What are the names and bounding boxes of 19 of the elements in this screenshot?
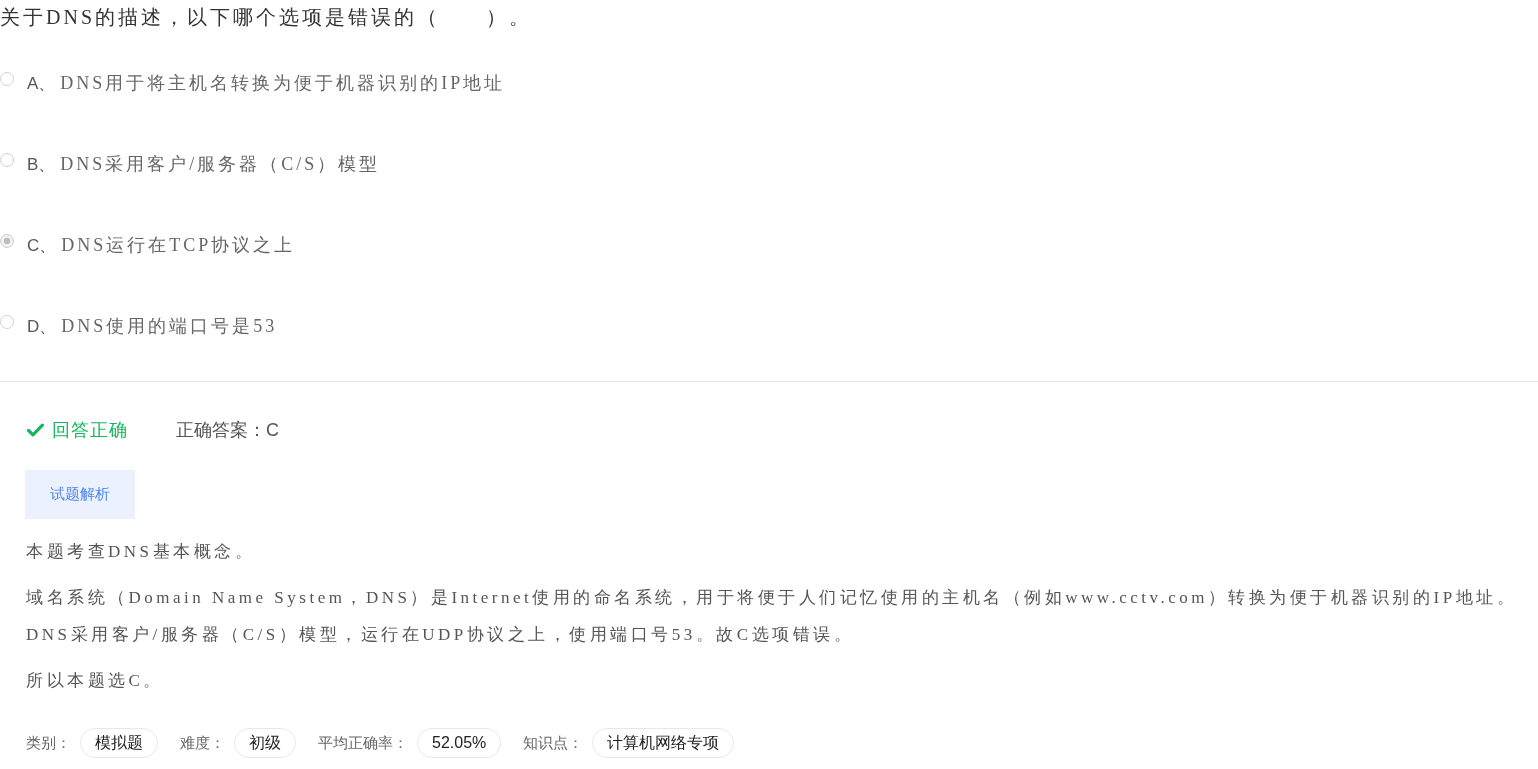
- result-status: 回答正确: [52, 419, 128, 442]
- question-text: 关于DNS的描述，以下哪个选项是错误的（ ）。: [0, 5, 532, 30]
- radio-button[interactable]: [0, 234, 14, 248]
- option-label: C、 DNS运行在TCP协议之上: [27, 234, 296, 257]
- option-label: B、 DNS采用客户/服务器（C/S）模型: [27, 153, 381, 176]
- info-label: 平均正确率：: [318, 733, 408, 753]
- option-label: D、 DNS使用的端口号是53: [27, 315, 278, 338]
- info-label: 知识点：: [523, 733, 584, 753]
- info-label: 类别：: [26, 733, 71, 753]
- analysis-paragraph: 域名系统（Domain Name System，DNS）是Internet使用的命名系统，用于将便于人们记忆使用的主机名（例如www.cctv.com）转换为便于机器识别的IP地址。DNS采用客户/服务器（C/S）模型，运行在UDP协议之上，使用端口号53。故C选项错误。: [26, 587, 1519, 646]
- radio-button[interactable]: [0, 72, 14, 86]
- info-label: 难度：: [180, 733, 225, 753]
- analysis-paragraph: 所以本题选C。: [26, 670, 165, 692]
- correct-answer: 正确答案：C: [176, 419, 279, 442]
- radio-button[interactable]: [0, 153, 14, 167]
- analysis-paragraph: 本题考查DNS基本概念。: [26, 541, 256, 563]
- analysis-button[interactable]: 试题解析: [25, 470, 135, 519]
- option-label: A、 DNS用于将主机名转换为便于机器识别的IP地址: [27, 72, 506, 95]
- radio-button[interactable]: [0, 315, 14, 329]
